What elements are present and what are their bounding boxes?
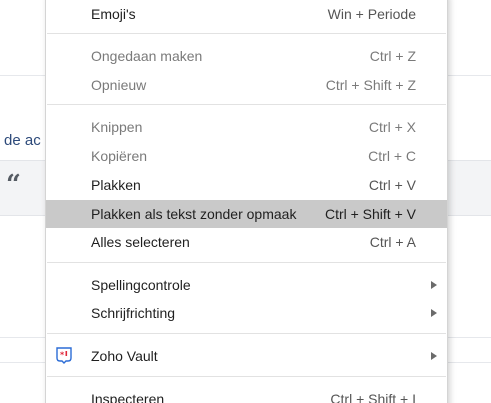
menu-item-label: Spellingcontrole [91,277,191,293]
menu-item-undo[interactable]: Ongedaan maken Ctrl + Z [46,42,447,70]
menu-item-label: Zoho Vault [91,348,158,364]
menu-separator [47,104,446,105]
menu-item-zoho-vault[interactable]: * Zoho Vault [46,342,447,370]
menu-item-shortcut: Win + Periode [327,6,416,22]
menu-item-label: Schrijfrichting [91,305,176,321]
menu-item-shortcut: Ctrl + X [368,119,416,135]
quote-icon[interactable]: “ [6,172,21,198]
menu-item-shortcut: Ctrl + V [368,177,416,193]
page-link-text[interactable]: de ac [4,132,41,149]
menu-item-label: Plakken als tekst zonder opmaak [91,206,297,222]
menu-item-shortcut: Ctrl + Shift + Z [325,77,416,93]
menu-item-label: Opnieuw [91,77,147,93]
menu-item-shortcut: Ctrl + Shift + V [324,206,416,222]
submenu-arrow-icon [431,309,437,317]
menu-item-shortcut: Ctrl + A [369,234,416,250]
menu-item-label: Inspecteren [91,391,165,403]
zoho-vault-icon: * [55,346,73,364]
menu-separator [47,262,446,263]
menu-item-label: Knippen [91,119,143,135]
menu-item-select-all[interactable]: Alles selecteren Ctrl + A [46,228,447,256]
menu-item-emoji[interactable]: Emoji's Win + Periode [46,0,447,28]
menu-item-label: Alles selecteren [91,234,190,250]
menu-item-redo[interactable]: Opnieuw Ctrl + Shift + Z [46,71,447,99]
submenu-arrow-icon [431,281,437,289]
menu-item-inspect[interactable]: Inspecteren Ctrl + Shift + I [46,385,447,403]
menu-item-shortcut: Ctrl + Shift + I [330,391,416,403]
menu-item-spellcheck[interactable]: Spellingcontrole [46,271,447,299]
menu-separator [47,376,446,377]
menu-item-label: Emoji's [91,6,136,22]
menu-item-label: Kopiëren [91,148,148,164]
menu-item-shortcut: Ctrl + C [368,148,416,164]
submenu-arrow-icon [431,352,437,360]
menu-item-label: Plakken [91,177,141,193]
screen: de ac “ Emoji's Win + Periode Ongedaan m… [0,0,491,403]
menu-separator [47,333,446,334]
menu-item-writing-direction[interactable]: Schrijfrichting [46,299,447,327]
context-menu: Emoji's Win + Periode Ongedaan maken Ctr… [45,0,448,403]
menu-item-label: Ongedaan maken [91,48,203,64]
menu-item-paste[interactable]: Plakken Ctrl + V [46,171,447,199]
menu-item-paste-plain-text[interactable]: Plakken als tekst zonder opmaak Ctrl + S… [46,200,447,228]
menu-item-cut[interactable]: Knippen Ctrl + X [46,113,447,141]
menu-item-shortcut: Ctrl + Z [369,48,416,64]
menu-item-copy[interactable]: Kopiëren Ctrl + C [46,142,447,170]
menu-separator [47,33,446,34]
